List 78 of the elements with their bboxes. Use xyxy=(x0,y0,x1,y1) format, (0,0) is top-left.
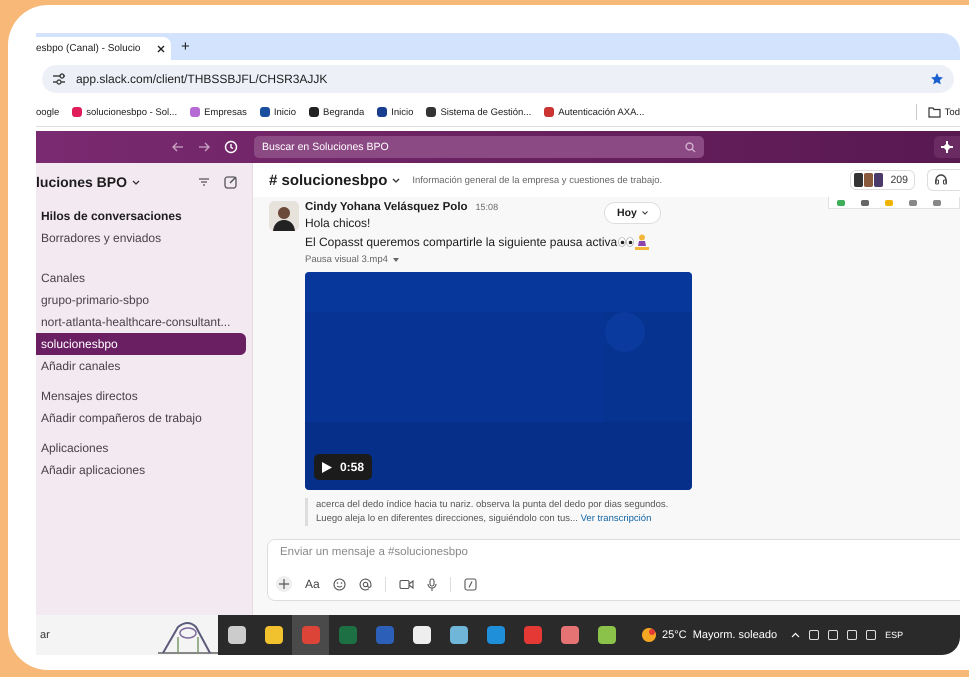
microphone-icon[interactable] xyxy=(426,578,437,590)
address-bar[interactable]: app.slack.com/client/THBSSBJFL/CHSR3AJJK xyxy=(42,65,954,93)
attachment-name[interactable]: Pausa visual 3.mp4 xyxy=(305,254,388,265)
close-icon[interactable] xyxy=(157,44,165,52)
bookmark-icon xyxy=(309,107,320,117)
chevron-down-icon[interactable] xyxy=(392,178,400,182)
transcript-text: acerca del dedo índice hacia tu nariz. observa la punta del dedo por dias segundos. Luego aleja lo en diferentes direcciones, siguiéndolo con tus... Ver transcripción xyxy=(305,498,694,526)
section-header[interactable]: Canales xyxy=(36,267,246,289)
author-name[interactable]: Cindy Yohana Velásquez Polo xyxy=(305,201,468,213)
sidebar-item[interactable]: Hilos de conversaciones xyxy=(36,205,246,227)
settings-icon[interactable] xyxy=(52,73,66,85)
browser-tab[interactable]: esbpo (Canal) - Solucio xyxy=(36,37,171,60)
emoji-icon[interactable] xyxy=(332,578,346,590)
bookmark[interactable]: Autenticación AXA... xyxy=(544,106,644,118)
back-arrow-icon[interactable] xyxy=(172,142,184,152)
play-icon xyxy=(322,462,332,472)
sidebar-item[interactable]: Añadir canales xyxy=(36,355,246,377)
video-camera-icon[interactable] xyxy=(398,578,414,590)
sidebar-item[interactable]: solucionesbpo xyxy=(36,333,246,355)
members-button[interactable]: 209 xyxy=(850,170,915,190)
chevron-up-icon[interactable] xyxy=(791,632,800,638)
workspace-name[interactable]: luciones BPO xyxy=(36,174,128,190)
channel-description: Información general de la empresa y cuestiones de trabajo. xyxy=(412,174,664,186)
chevron-down-icon xyxy=(642,211,648,215)
taskbar-search-field[interactable]: ar xyxy=(36,615,218,655)
bookmark-icon xyxy=(190,107,200,117)
avatar[interactable] xyxy=(269,201,299,231)
sidebar-item[interactable]: nort-atlanta-healthcare-consultant... xyxy=(36,311,246,333)
play-button[interactable]: 0:58 xyxy=(314,454,372,480)
search-field[interactable]: Buscar en Soluciones BPO xyxy=(254,136,704,158)
search-icon xyxy=(685,142,696,152)
message-composer[interactable]: Enviar un mensaje a #solucionesbpo Aa xyxy=(267,539,960,601)
forward-arrow-icon[interactable] xyxy=(198,142,210,152)
bookmark[interactable]: Empresas xyxy=(190,106,247,118)
bookmark[interactable]: solucionesbpo - Sol... xyxy=(72,106,178,118)
bookmark[interactable]: Inicio xyxy=(260,106,296,118)
video-player[interactable]: 0:58 xyxy=(305,272,692,490)
bookmark-icon xyxy=(544,107,554,117)
filter-icon[interactable] xyxy=(198,177,210,187)
message-text: El Copasst queremos compartirle la siguiente pausa activa xyxy=(305,234,618,248)
chevron-down-icon[interactable] xyxy=(132,180,140,184)
figure-icon xyxy=(635,234,650,250)
message-text: Hola chicos! xyxy=(305,216,370,230)
sun-icon xyxy=(641,627,657,643)
bookmark-icon xyxy=(72,107,82,117)
add-icon[interactable] xyxy=(276,576,292,592)
eyes-icon xyxy=(618,236,634,246)
bookmark[interactable]: Begranda xyxy=(309,106,364,118)
shortcut-icon[interactable] xyxy=(464,578,477,590)
sidebar-item[interactable]: Añadir aplicaciones xyxy=(36,459,246,481)
bookmark[interactable]: Sistema de Gestión... xyxy=(426,106,532,118)
sidebar-item[interactable]: Añadir compañeros de trabajo xyxy=(36,407,246,429)
bookmark-icon xyxy=(377,107,388,117)
language-indicator[interactable]: ESP xyxy=(885,630,904,640)
sidebar-item[interactable]: grupo-primario-sbpo xyxy=(36,289,246,311)
headphones-icon xyxy=(934,173,948,185)
huddle-button[interactable] xyxy=(927,169,960,191)
date-button[interactable]: Hoy xyxy=(604,202,661,224)
timestamp[interactable]: 15:08 xyxy=(476,202,498,212)
channel-name[interactable]: # solucionesbpo xyxy=(269,172,388,188)
help-button[interactable] xyxy=(934,136,960,158)
section-header[interactable]: Mensajes directos xyxy=(36,385,246,407)
sidebar-item[interactable]: Borradores y enviados xyxy=(36,227,246,249)
history-icon[interactable] xyxy=(224,140,238,154)
section-header[interactable]: Aplicaciones xyxy=(36,437,246,459)
format-button[interactable]: Aa xyxy=(305,577,320,591)
transcript-link[interactable]: Ver transcripción xyxy=(580,513,652,524)
bookmark-icon xyxy=(260,107,270,117)
bookmark-icon xyxy=(426,107,436,117)
bookmark-folder[interactable]: Tod xyxy=(928,106,960,118)
bookmark[interactable]: oogle xyxy=(36,106,60,118)
bookmark[interactable]: Inicio xyxy=(377,106,414,118)
compose-icon[interactable] xyxy=(224,175,238,189)
dropdown-icon[interactable] xyxy=(392,258,399,262)
star-icon[interactable] xyxy=(930,72,944,86)
weather-widget[interactable]: 25°C Mayorm. soleado xyxy=(641,627,778,643)
mention-icon[interactable] xyxy=(358,578,372,590)
new-tab-button[interactable]: + xyxy=(181,38,190,55)
